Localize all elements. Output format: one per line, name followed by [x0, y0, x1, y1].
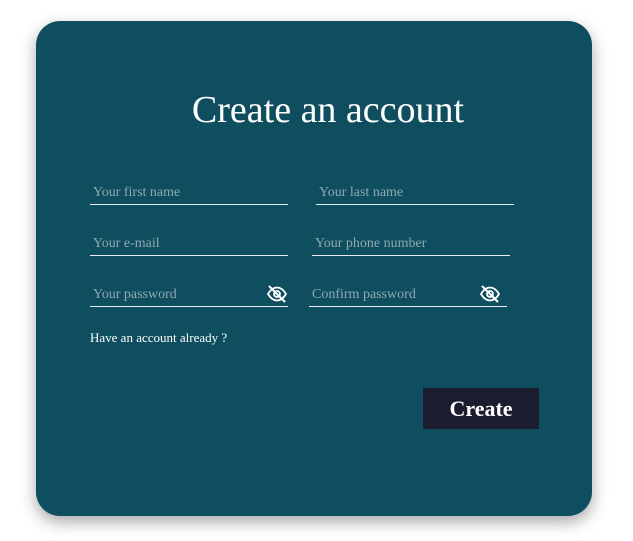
create-button[interactable]: Create: [423, 388, 539, 429]
password-field: [90, 284, 288, 307]
confirm-password-field: [309, 284, 507, 307]
form-title: Create an account: [191, 89, 465, 131]
have-account-link[interactable]: Have an account already ?: [90, 330, 227, 346]
eye-slash-icon[interactable]: [266, 285, 288, 303]
last-name-field: [316, 182, 514, 205]
last-name-input[interactable]: [316, 182, 514, 204]
signup-card: Create an account Have: [36, 21, 592, 516]
first-name-input[interactable]: [90, 182, 288, 204]
phone-field: [312, 233, 510, 256]
eye-slash-icon[interactable]: [479, 285, 501, 303]
phone-input[interactable]: [312, 233, 510, 255]
confirm-password-input[interactable]: [309, 284, 507, 306]
first-name-field: [90, 182, 288, 205]
password-input[interactable]: [90, 284, 288, 306]
email-field: [90, 233, 288, 256]
email-input[interactable]: [90, 233, 288, 255]
